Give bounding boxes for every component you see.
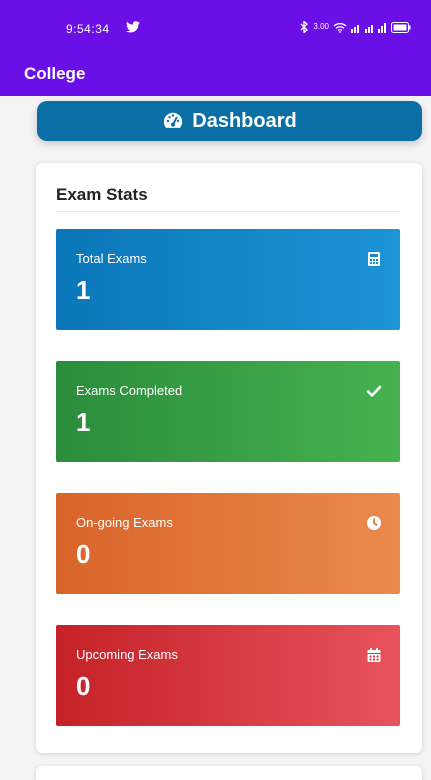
exam-stats-card: Exam Stats Total Exams 1 Exams Completed… [36,163,422,753]
dashboard-label: Dashboard [192,109,297,132]
stat-label: Total Exams [76,251,147,266]
stat-total-exams[interactable]: Total Exams 1 [56,229,400,330]
wifi-icon [333,22,347,33]
clock-icon [367,516,381,530]
status-time: 9:54:34 [66,22,110,36]
status-icons: 3.00 [300,21,411,33]
stat-ongoing-exams[interactable]: On-going Exams 0 [56,493,400,594]
divider [56,211,400,212]
battery-icon [391,21,411,33]
data-speed-icon: 3.00 [313,22,329,31]
exam-stats-title: Exam Stats [56,185,148,204]
signal-icon [351,22,386,33]
status-bar: 9:54:34 3.00 [0,0,431,56]
calendar-icon [367,648,381,662]
speedometer-icon [164,112,183,132]
stat-label: On-going Exams [76,515,173,530]
check-icon [366,385,382,397]
stat-value: 0 [76,671,91,701]
stat-value: 1 [76,275,91,305]
bluetooth-icon [300,21,309,33]
twitter-icon [126,21,140,33]
app-bar: College [0,56,431,96]
stat-upcoming-exams[interactable]: Upcoming Exams 0 [56,625,400,726]
stat-label: Exams Completed [76,383,183,398]
dashboard-button[interactable]: Dashboard [37,101,422,141]
calculator-icon [368,252,380,266]
stat-label: Upcoming Exams [76,647,178,662]
stat-value: 1 [76,407,91,437]
next-card [36,766,422,780]
app-title: College [24,64,86,83]
stat-value: 0 [76,539,91,569]
stat-exams-completed[interactable]: Exams Completed 1 [56,361,400,462]
